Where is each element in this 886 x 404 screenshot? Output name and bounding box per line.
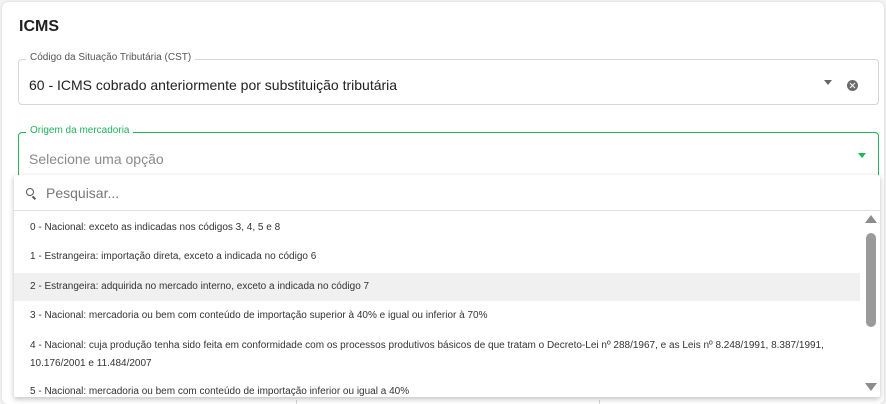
scroll-down-arrow-icon[interactable] xyxy=(865,383,877,391)
clear-icon[interactable] xyxy=(847,80,858,91)
cst-value: 60 - ICMS cobrado anteriormente por subs… xyxy=(29,77,398,93)
option-item[interactable]: 0 - Nacional: exceto as indicadas nos có… xyxy=(14,215,860,242)
cst-label: Código da Situação Tributária (CST) xyxy=(26,52,196,63)
option-item[interactable]: 4 - Nacional: cuja produção tenha sido f… xyxy=(14,331,860,377)
option-item[interactable]: 5 - Nacional: mercadoria ou bem com cont… xyxy=(14,379,860,397)
scrollbar[interactable] xyxy=(864,213,878,395)
option-item[interactable]: 1 - Estrangeira: importação direta, exce… xyxy=(14,244,860,271)
divider xyxy=(599,400,600,404)
search-input[interactable] xyxy=(46,183,826,203)
cst-select[interactable]: Código da Situação Tributária (CST) 60 -… xyxy=(18,52,879,105)
divider xyxy=(296,400,297,404)
search-icon xyxy=(26,188,34,196)
origem-placeholder: Selecione uma opção xyxy=(29,151,164,167)
option-item[interactable]: 3 - Nacional: mercadoria ou bem com cont… xyxy=(14,302,860,330)
section-title: ICMS xyxy=(19,18,59,35)
origem-select[interactable]: Origem da mercadoria Selecione uma opção xyxy=(18,125,879,178)
chevron-down-icon[interactable] xyxy=(858,153,866,158)
origem-label: Origem da mercadoria xyxy=(26,125,134,136)
options-list: 0 - Nacional: exceto as indicadas nos có… xyxy=(14,211,862,397)
scroll-up-arrow-icon[interactable] xyxy=(865,215,877,223)
dropdown-search xyxy=(14,175,880,211)
origem-dropdown-panel: 0 - Nacional: exceto as indicadas nos có… xyxy=(14,175,880,397)
scroll-thumb[interactable] xyxy=(866,233,876,327)
option-item[interactable]: 2 - Estrangeira: adquirida no mercado in… xyxy=(14,273,860,301)
chevron-down-icon[interactable] xyxy=(824,80,832,85)
